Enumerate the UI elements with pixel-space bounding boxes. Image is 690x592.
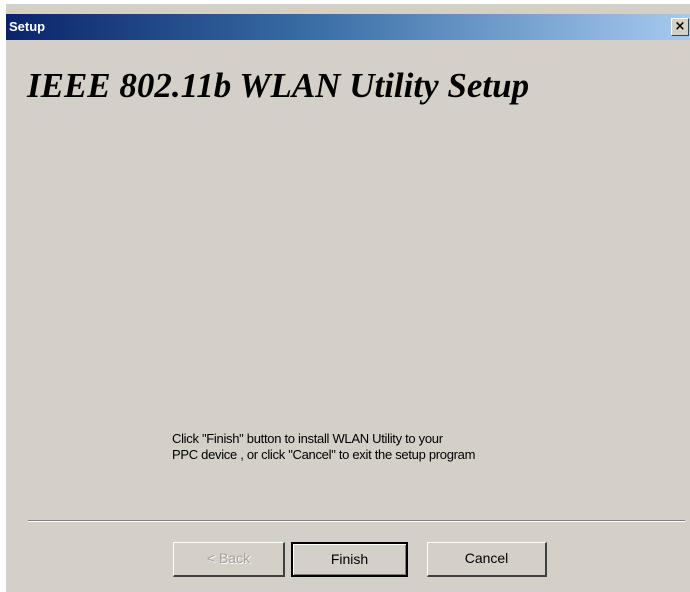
instructions-text: Click "Finish" button to install WLAN Ut… <box>172 431 632 463</box>
title-bar[interactable]: Setup × <box>6 14 690 40</box>
back-button[interactable]: < Back <box>173 542 285 577</box>
close-icon[interactable]: × <box>671 18 689 36</box>
finish-button[interactable]: Finish <box>291 542 408 577</box>
separator-line <box>28 520 685 522</box>
instructions-line-1: Click "Finish" button to install WLAN Ut… <box>172 431 443 446</box>
window-title: Setup <box>9 19 46 34</box>
instructions-line-2: PPC device , or click "Cancel" to exit t… <box>172 447 476 462</box>
page-title: IEEE 802.11b WLAN Utility Setup <box>27 66 530 105</box>
setup-dialog: Setup × IEEE 802.11b WLAN Utility Setup … <box>6 4 690 592</box>
cancel-button[interactable]: Cancel <box>427 542 547 577</box>
